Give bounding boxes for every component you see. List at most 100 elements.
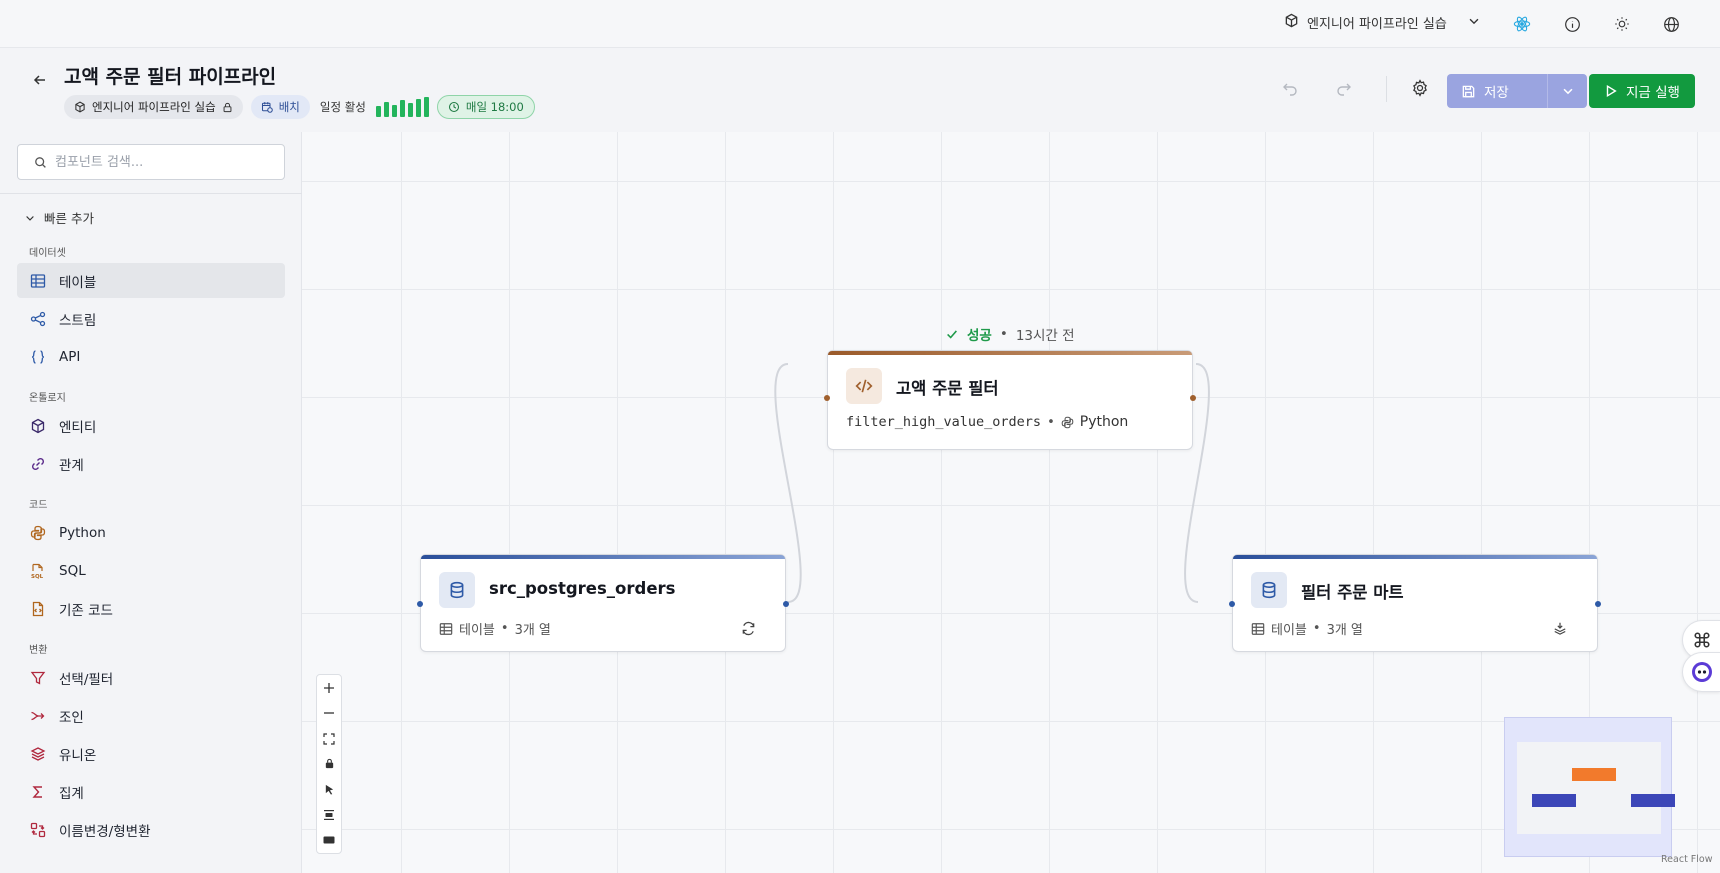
share-nodes-icon [29, 310, 47, 328]
node-filter-high-value-orders[interactable]: 고액 주문 필터 filter_high_value_orders • Pyth… [824, 350, 1196, 450]
redo-button[interactable] [1330, 74, 1358, 102]
arrow-left-icon [33, 75, 45, 85]
info-icon[interactable] [1561, 13, 1583, 35]
python-icon [29, 524, 47, 542]
select-mode-button[interactable] [317, 777, 341, 802]
stack-icon[interactable] [1551, 619, 1569, 637]
save-button-label: 저장 [1484, 85, 1509, 101]
sidebar-item-label: API [59, 348, 81, 365]
undo-icon [1283, 83, 1297, 96]
quick-add-toggle[interactable]: 빠른 추가 [24, 208, 94, 227]
schedule-history-bar [383, 102, 389, 117]
sidebar-item-label: 선택/필터 [59, 671, 114, 688]
globe-icon[interactable] [1660, 13, 1682, 35]
component-search [17, 144, 285, 180]
react-flow-attribution[interactable]: React Flow [1661, 854, 1713, 865]
sidebar-item-select-filter[interactable]: 선택/필터 [17, 660, 285, 695]
sidebar-item-label: Python [59, 524, 106, 541]
code-icon [846, 368, 882, 404]
sidebar-item-legacy-code[interactable]: 기존 코드 [17, 591, 285, 626]
sidebar-item-sql[interactable]: SQL SQL [17, 553, 285, 588]
keyboard-icon [323, 836, 335, 844]
node-src-postgres-orders[interactable]: src_postgres_orders 테이블 • 3개 열 [417, 554, 789, 652]
sidebar-item-table[interactable]: 테이블 [17, 263, 285, 298]
input-handle[interactable] [1229, 601, 1235, 607]
node-language: Python [1079, 414, 1129, 430]
output-handle[interactable] [1190, 395, 1196, 401]
sidebar-item-label: 기존 코드 [59, 602, 113, 619]
react-atom-icon[interactable] [1511, 13, 1533, 35]
chevron-down-icon [1467, 14, 1481, 32]
undo-button[interactable] [1276, 74, 1304, 102]
sidebar-item-stream[interactable]: 스트림 [17, 301, 285, 336]
lock-toggle-button[interactable] [317, 751, 341, 776]
sidebar-item-label: 스트림 [59, 312, 97, 329]
layers-icon [29, 745, 47, 763]
run-now-label: 지금 실행 [1626, 85, 1680, 101]
output-handle[interactable] [1595, 601, 1601, 607]
schedule-history-bars [375, 97, 429, 117]
sidebar-item-label: 유니온 [59, 747, 97, 764]
run-status-time: 13시간 전 [1015, 328, 1075, 344]
sql-file-icon: SQL [29, 562, 47, 580]
project-chip-label: 엔지니어 파이프라인 실습 [92, 100, 216, 114]
node-function-name: filter_high_value_orders [846, 414, 1042, 430]
cube-icon [29, 417, 47, 435]
funnel-icon [29, 669, 47, 687]
schedule-time-chip[interactable]: 매일 18:00 [436, 95, 535, 119]
code-file-icon [29, 600, 47, 618]
run-now-button[interactable]: 지금 실행 [1589, 74, 1695, 108]
batch-chip: 배치 [250, 95, 310, 119]
swap-icon [29, 821, 47, 839]
table-icon [29, 272, 47, 290]
sidebar-item-label: 관계 [59, 457, 84, 474]
cursor-icon [325, 784, 333, 795]
sidebar-item-python[interactable]: Python [17, 515, 285, 550]
save-options-dropdown[interactable] [1548, 84, 1587, 98]
quick-add-label: 빠른 추가 [44, 211, 94, 226]
input-handle[interactable] [417, 601, 423, 607]
minimap-node-source [1532, 794, 1576, 807]
sidebar-item-api[interactable]: API [17, 339, 285, 374]
minimap-toggle-button[interactable] [317, 828, 341, 853]
output-handle[interactable] [783, 601, 789, 607]
page-title: 고액 주문 필터 파이프라인 [64, 66, 277, 88]
refresh-icon[interactable] [739, 619, 757, 637]
sidebar-divider [0, 193, 302, 194]
node-type: 테이블 [1271, 623, 1307, 638]
gear-icon [1413, 79, 1427, 97]
fit-view-button[interactable] [317, 726, 341, 751]
sidebar-item-rename-cast[interactable]: 이름변경/형변환 [17, 812, 285, 847]
assistant-bot-button[interactable] [1682, 652, 1720, 692]
search-icon [35, 156, 46, 168]
sidebar-item-relation[interactable]: 관계 [17, 446, 285, 481]
play-icon [1606, 84, 1617, 98]
input-handle[interactable] [824, 395, 830, 401]
run-status-label: 성공 [967, 328, 992, 344]
calendar-clock-icon [261, 102, 273, 113]
node-filtered-orders-mart[interactable]: 필터 주문 마트 테이블 • 3개 열 [1229, 554, 1601, 652]
node-title: src_postgres_orders [489, 579, 676, 598]
auto-layout-button[interactable] [317, 802, 341, 827]
zoom-in-button[interactable] [317, 675, 341, 700]
schedule-status-label: 일정 활성 [319, 100, 366, 114]
minus-icon [324, 712, 334, 714]
sidebar-item-union[interactable]: 유니온 [17, 736, 285, 771]
project-chip: 엔지니어 파이프라인 실습 [64, 95, 243, 119]
node-columns: 3개 열 [1326, 623, 1363, 638]
component-search-input[interactable] [55, 154, 275, 170]
settings-button[interactable] [1406, 74, 1434, 102]
sidebar-item-join[interactable]: 조인 [17, 698, 285, 733]
zoom-out-button[interactable] [317, 700, 341, 725]
sun-icon[interactable] [1611, 13, 1633, 35]
sidebar-item-aggregate[interactable]: 집계 [17, 774, 285, 809]
canvas-minimap[interactable] [1504, 717, 1675, 857]
project-switcher[interactable]: 엔지니어 파이프라인 실습 [1284, 13, 1481, 32]
back-button[interactable] [28, 68, 52, 92]
node-subtitle: 테이블 • 3개 열 [1251, 619, 1363, 638]
sidebar-item-entity[interactable]: 엔티티 [17, 408, 285, 443]
lock-icon [325, 759, 333, 769]
fullscreen-icon [323, 732, 335, 745]
database-icon [1251, 572, 1287, 608]
save-button[interactable]: 저장 [1447, 81, 1547, 101]
